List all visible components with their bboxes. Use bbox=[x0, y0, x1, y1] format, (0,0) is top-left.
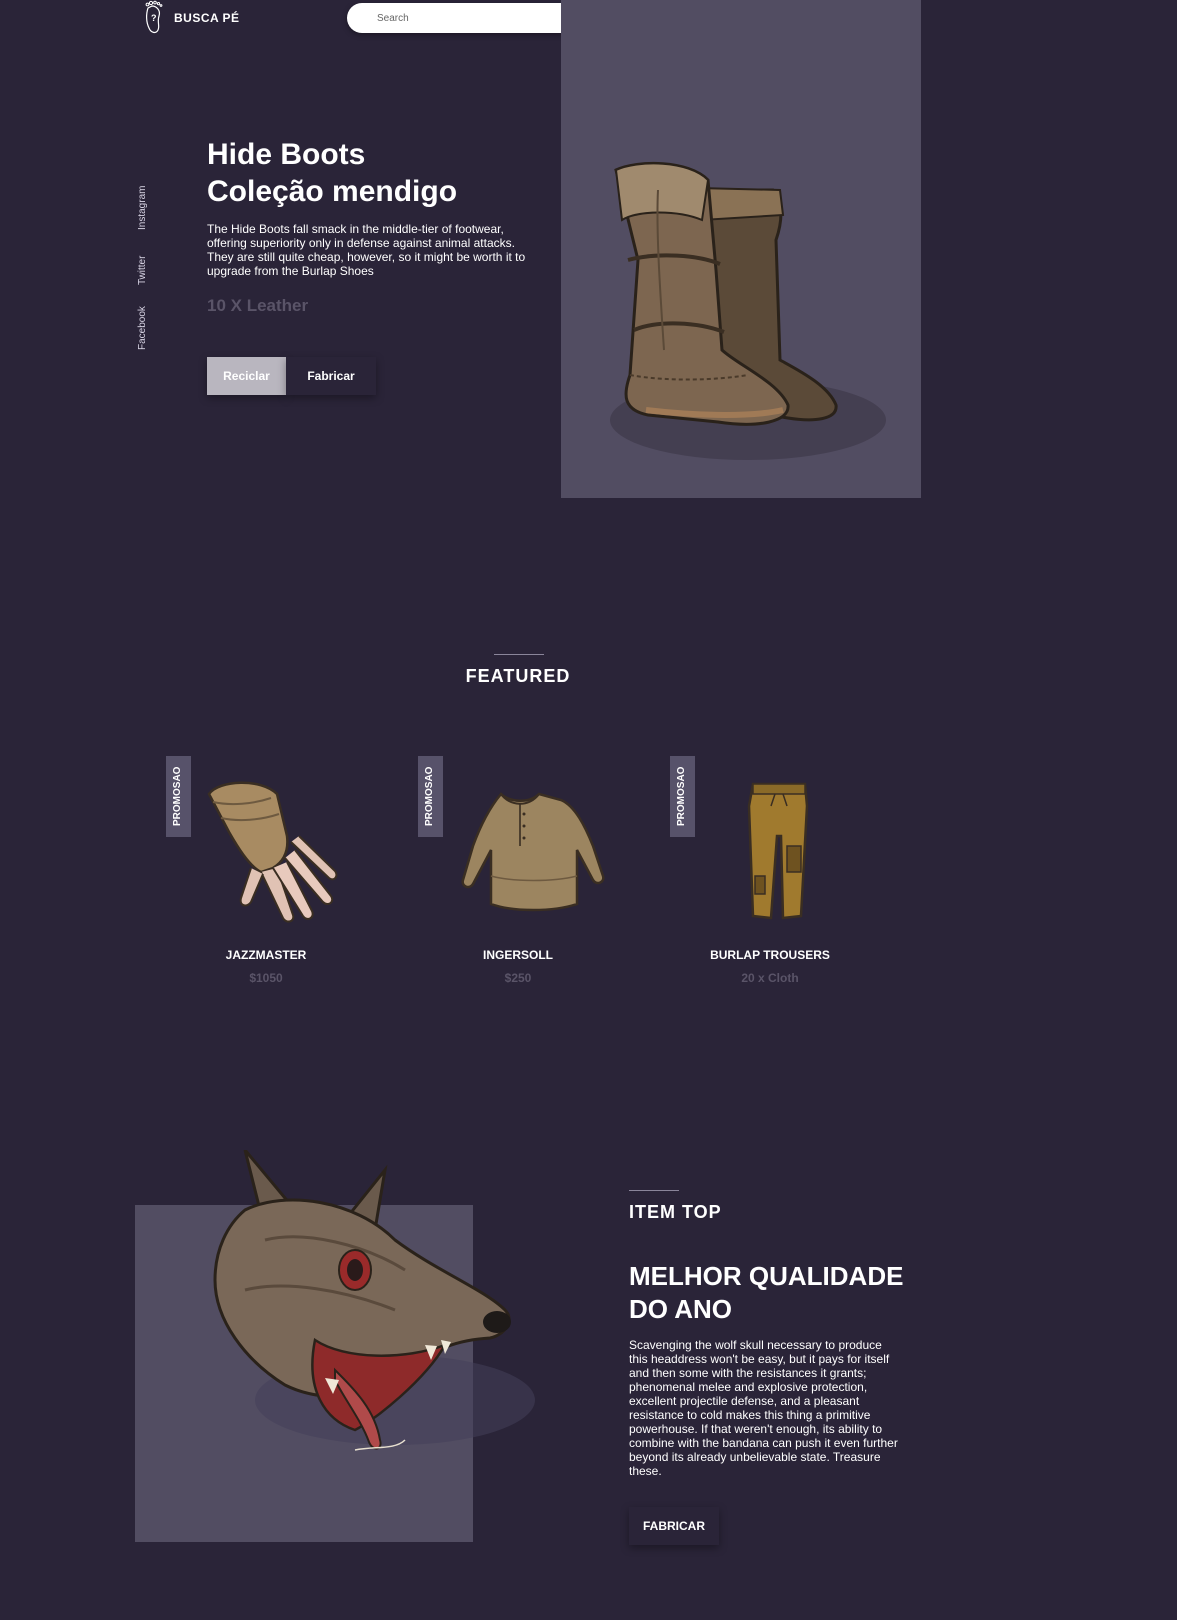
ingersoll-shirt-image bbox=[461, 792, 605, 912]
social-twitter-link[interactable]: Twitter bbox=[137, 256, 148, 285]
promo-badge: PROMOSAO bbox=[418, 756, 443, 837]
recycle-button[interactable]: Reciclar bbox=[207, 357, 286, 395]
hero-title: Hide Boots Coleção mendigo bbox=[207, 136, 457, 210]
promo-badge: PROMOSAO bbox=[670, 756, 695, 837]
svg-text:?: ? bbox=[151, 13, 157, 23]
hero-title-line2: Coleção mendigo bbox=[207, 175, 458, 208]
product-price: $250 bbox=[504, 971, 532, 985]
social-links: Instagram Twitter Facebook bbox=[137, 180, 155, 360]
promo-badge-label: PROMOSAO bbox=[172, 766, 183, 826]
item-top-craft-button[interactable]: FABRICAR bbox=[629, 1507, 719, 1545]
item-top-description: Scavenging the wolf skull necessary to p… bbox=[629, 1338, 898, 1478]
hero-description: The Hide Boots fall smack in the middle-… bbox=[207, 222, 526, 278]
product-card[interactable]: PROMOSAO BURLAP TROUSERS 20 x Cloth bbox=[670, 756, 870, 996]
item-top-title: MELHOR QUALIDADE DO ANO bbox=[629, 1261, 904, 1324]
hide-boots-image bbox=[610, 162, 886, 460]
promo-badge: PROMOSAO bbox=[166, 756, 191, 837]
featured-title: FEATURED bbox=[465, 666, 571, 686]
promo-badge-label: PROMOSAO bbox=[676, 766, 687, 826]
social-instagram-link[interactable]: Instagram bbox=[137, 186, 148, 230]
product-name: BURLAP TROUSERS bbox=[710, 948, 830, 962]
promo-badge-label: PROMOSAO bbox=[424, 766, 435, 826]
item-top-divider bbox=[629, 1190, 679, 1191]
brand-logo[interactable]: ? BUSCA PÉ bbox=[142, 0, 240, 36]
product-card[interactable]: PROMOSAO JAZZMASTER $1050 bbox=[166, 756, 366, 996]
footprint-icon: ? bbox=[145, 0, 163, 34]
featured-divider bbox=[494, 654, 544, 655]
brand-name: BUSCA PÉ bbox=[174, 11, 240, 25]
item-top-label: ITEM TOP bbox=[629, 1202, 722, 1222]
product-card[interactable]: PROMOSAO INGERSOLL $250 bbox=[418, 756, 618, 996]
product-name: JAZZMASTER bbox=[225, 948, 307, 962]
product-price: 20 x Cloth bbox=[741, 971, 799, 985]
wolf-headdress-image bbox=[213, 1150, 535, 1451]
jazzmaster-gloves-image bbox=[207, 781, 338, 923]
burlap-trousers-image bbox=[747, 782, 809, 920]
page: ? BUSCA PÉ In bbox=[0, 0, 1177, 1620]
product-price: $1050 bbox=[249, 971, 283, 985]
hero-price: 10 X Leather bbox=[207, 296, 309, 315]
social-facebook-link[interactable]: Facebook bbox=[137, 306, 148, 350]
craft-button[interactable]: Fabricar bbox=[286, 357, 376, 395]
hero-title-line1: Hide Boots bbox=[207, 138, 366, 171]
product-name: INGERSOLL bbox=[482, 948, 553, 962]
